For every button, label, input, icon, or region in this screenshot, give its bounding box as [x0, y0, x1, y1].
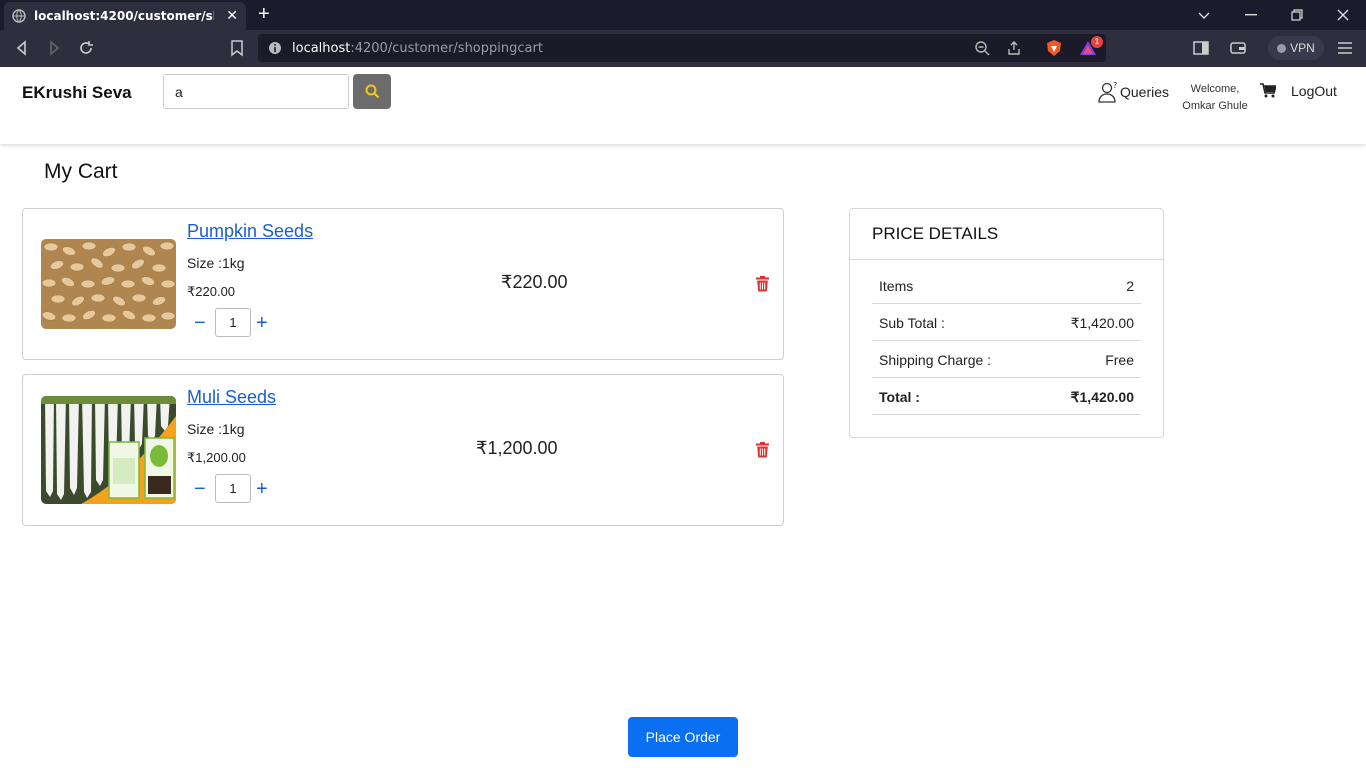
- search-icon: [365, 84, 379, 99]
- app-header: EKrushi Seva ? Queries Welcome, Omkar Gh…: [0, 67, 1366, 144]
- share-icon[interactable]: [1006, 40, 1022, 56]
- back-icon[interactable]: [13, 39, 31, 57]
- restore-icon[interactable]: [1291, 9, 1303, 21]
- quantity-field[interactable]: 1: [215, 308, 251, 337]
- globe-icon: [12, 9, 26, 23]
- item-line-total: ₹1,200.00: [476, 438, 558, 458]
- site-info-icon[interactable]: [268, 41, 282, 55]
- product-size: Size :1kg: [187, 421, 245, 437]
- tab-list-chevron-icon[interactable]: [1198, 9, 1210, 21]
- user-question-icon: ?: [1098, 81, 1117, 103]
- bookmark-icon[interactable]: [228, 39, 246, 57]
- product-unit-price: ₹220.00: [187, 284, 236, 299]
- decrease-quantity-icon[interactable]: −: [194, 479, 206, 499]
- logout-link[interactable]: LogOut: [1291, 83, 1337, 99]
- increase-quantity-icon[interactable]: +: [256, 479, 268, 499]
- browser-tab[interactable]: localhost:4200/customer/shoppingcart ✕: [4, 2, 246, 30]
- tab-title: localhost:4200/customer/shoppingcart: [34, 9, 214, 23]
- product-size: Size :1kg: [187, 255, 245, 271]
- muli-seeds-image[interactable]: [41, 396, 176, 504]
- search-button[interactable]: [353, 74, 391, 109]
- svg-text:?: ?: [1113, 81, 1117, 90]
- browser-tab-bar: localhost:4200/customer/shoppingcart ✕ +: [0, 0, 1366, 30]
- window-close-icon[interactable]: [1337, 9, 1349, 21]
- increase-quantity-icon[interactable]: +: [256, 313, 268, 333]
- quantity-field[interactable]: 1: [215, 474, 251, 503]
- delete-icon[interactable]: [756, 276, 769, 292]
- menu-icon[interactable]: [1336, 39, 1354, 57]
- price-row-total: Total : ₹1,420.00: [872, 378, 1141, 415]
- reload-icon[interactable]: [77, 39, 95, 57]
- welcome-text: Welcome, Omkar Ghule: [1182, 83, 1248, 112]
- queries-link[interactable]: ? Queries: [1098, 81, 1169, 103]
- page-title: My Cart: [44, 160, 118, 183]
- price-details-card: PRICE DETAILS Items 2 Sub Total : ₹1,420.0…: [849, 208, 1164, 438]
- browser-toolbar: localhost:4200/customer/shoppingcart 1 V…: [0, 30, 1366, 67]
- pumpkin-seeds-image[interactable]: [41, 239, 176, 329]
- vpn-status-icon: [1277, 43, 1287, 53]
- url-text: localhost:4200/customer/shoppingcart: [292, 41, 543, 56]
- decrease-quantity-icon[interactable]: −: [194, 313, 206, 333]
- search-input[interactable]: [163, 74, 349, 109]
- place-order-button[interactable]: Place Order: [628, 717, 738, 757]
- wallet-icon[interactable]: [1229, 39, 1247, 57]
- price-row-items: Items 2: [872, 267, 1141, 304]
- zoom-icon[interactable]: [974, 40, 990, 56]
- price-details-header: PRICE DETAILS: [850, 209, 1163, 260]
- product-name-link[interactable]: Muli Seeds: [187, 387, 276, 408]
- cart-item: Pumpkin Seeds Size :1kg ₹220.00 − 1 + ₹2…: [22, 208, 784, 360]
- price-row-subtotal: Sub Total : ₹1,420.00: [872, 304, 1141, 341]
- forward-icon[interactable]: [45, 39, 63, 57]
- address-bar[interactable]: localhost:4200/customer/shoppingcart 1: [258, 34, 1106, 62]
- price-row-shipping: Shipping Charge : Free: [872, 341, 1141, 378]
- sidebar-toggle-icon[interactable]: [1192, 39, 1210, 57]
- product-name-link[interactable]: Pumpkin Seeds: [187, 221, 313, 242]
- cart-icon[interactable]: [1260, 83, 1276, 98]
- brand-logo[interactable]: EKrushi Seva: [22, 83, 132, 103]
- new-tab-button[interactable]: +: [258, 4, 270, 24]
- close-tab-icon[interactable]: ✕: [226, 8, 238, 22]
- vpn-button[interactable]: VPN: [1268, 36, 1324, 60]
- product-unit-price: ₹1,200.00: [187, 450, 246, 465]
- delete-icon[interactable]: [756, 442, 769, 458]
- brave-shield-icon[interactable]: [1045, 39, 1063, 57]
- item-line-total: ₹220.00: [501, 272, 568, 292]
- minimize-icon[interactable]: [1245, 14, 1257, 16]
- cart-item: Muli Seeds Size :1kg ₹1,200.00 − 1 + ₹1,…: [22, 374, 784, 526]
- rewards-badge: 1: [1091, 36, 1103, 48]
